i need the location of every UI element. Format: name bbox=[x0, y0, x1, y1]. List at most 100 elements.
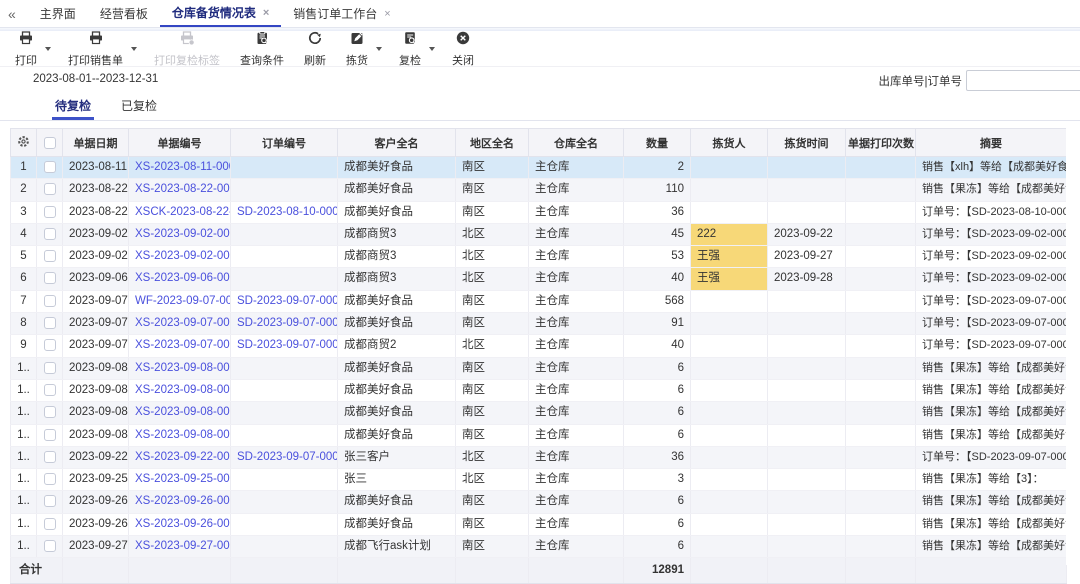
order-number-link[interactable]: SD-2023-09-07-00014 bbox=[237, 339, 338, 351]
row-checkbox[interactable] bbox=[44, 339, 56, 351]
doc-number-link[interactable]: XS-2023-09-06-00018 bbox=[135, 272, 231, 284]
tab-pending-recheck[interactable]: 待复检 bbox=[52, 93, 94, 120]
row-checkbox[interactable] bbox=[44, 161, 56, 173]
toolbar-button-0[interactable]: 打印 bbox=[12, 30, 40, 68]
order-number-link[interactable]: SD-2023-08-10-00002 bbox=[237, 206, 338, 218]
header-checkbox[interactable] bbox=[44, 137, 56, 149]
doc-number-link[interactable]: WF-2023-09-07-00003 bbox=[135, 295, 231, 307]
row-checkbox[interactable] bbox=[44, 406, 56, 418]
order-number-link[interactable]: SD-2023-09-07-00009 bbox=[237, 295, 338, 307]
table-row[interactable]: 1..2023-09-08XS-2023-09-08-00024成都美好食品南区… bbox=[11, 357, 1067, 379]
cell-doc-date: 2023-09-25 bbox=[63, 469, 129, 491]
doc-number-link[interactable]: XS-2023-08-22-00014 bbox=[135, 183, 231, 195]
window-tab-3[interactable]: 销售订单工作台× bbox=[281, 0, 402, 27]
column-header-3[interactable]: 单据编号 bbox=[129, 129, 231, 157]
doc-number-link[interactable]: XS-2023-09-08-00027 bbox=[135, 429, 231, 441]
table-row[interactable]: 72023-09-07WF-2023-09-07-00003SD-2023-09… bbox=[11, 290, 1067, 312]
table-row[interactable]: 1..2023-09-25XS-2023-09-25-00031张三北区主仓库3… bbox=[11, 469, 1067, 491]
doc-number-link[interactable]: XS-2023-09-22-00030 bbox=[135, 451, 231, 463]
doc-number-link[interactable]: XS-2023-09-07-00022 bbox=[135, 317, 231, 329]
order-number-link[interactable]: SD-2023-09-07-00017 bbox=[237, 317, 338, 329]
toolbar-button-5[interactable]: 拣货 bbox=[343, 30, 371, 68]
row-checkbox[interactable] bbox=[44, 317, 56, 329]
column-header-8[interactable]: 数量 bbox=[624, 129, 691, 157]
doc-number-link[interactable]: XS-2023-08-11-00013 bbox=[135, 161, 231, 173]
row-checkbox[interactable] bbox=[44, 295, 56, 307]
row-checkbox[interactable] bbox=[44, 384, 56, 396]
table-row[interactable]: 1..2023-09-08XS-2023-09-08-00026成都美好食品南区… bbox=[11, 402, 1067, 424]
column-header-6[interactable]: 地区全名 bbox=[456, 129, 529, 157]
table-row[interactable]: 22023-08-22XS-2023-08-22-00014成都美好食品南区主仓… bbox=[11, 179, 1067, 201]
row-checkbox[interactable] bbox=[44, 473, 56, 485]
toolbar-button-4[interactable]: 刷新 bbox=[301, 30, 329, 68]
table-row[interactable]: 1..2023-09-26XS-2023-09-26-00033成都美好食品南区… bbox=[11, 513, 1067, 535]
table-row[interactable]: 1..2023-09-08XS-2023-09-08-00025成都美好食品南区… bbox=[11, 379, 1067, 401]
table-row[interactable]: 62023-09-06XS-2023-09-06-00018成都商贸3北区主仓库… bbox=[11, 268, 1067, 290]
doc-number-link[interactable]: XS-2023-09-08-00026 bbox=[135, 406, 231, 418]
search-input[interactable] bbox=[966, 70, 1080, 91]
doc-number-link[interactable]: XS-2023-09-08-00025 bbox=[135, 384, 231, 396]
doc-number-link[interactable]: XS-2023-09-07-00023 bbox=[135, 339, 231, 351]
row-checkbox[interactable] bbox=[44, 250, 56, 262]
doc-number-link[interactable]: XS-2023-09-27-00034 bbox=[135, 540, 231, 552]
tab-done-recheck[interactable]: 已复检 bbox=[118, 93, 160, 120]
column-header-9[interactable]: 拣货人 bbox=[691, 129, 768, 157]
toolbar-button-6[interactable]: 复检 bbox=[396, 30, 424, 68]
table-row[interactable]: 52023-09-02XS-2023-09-02-00017成都商贸3北区主仓库… bbox=[11, 246, 1067, 268]
row-checkbox[interactable] bbox=[44, 362, 56, 374]
vertical-scrollbar-area[interactable] bbox=[1066, 128, 1080, 565]
table-row[interactable]: 1..2023-09-22XS-2023-09-22-00030SD-2023-… bbox=[11, 446, 1067, 468]
dropdown-caret-icon[interactable] bbox=[429, 47, 435, 51]
table-row[interactable]: 1..2023-09-08XS-2023-09-08-00027成都美好食品南区… bbox=[11, 424, 1067, 446]
cell-quantity: 6 bbox=[624, 536, 691, 558]
doc-number-link[interactable]: XSCK-2023-08-22-00001 bbox=[135, 206, 231, 218]
column-header-4[interactable]: 订单编号 bbox=[231, 129, 338, 157]
doc-number-link[interactable]: XS-2023-09-02-00017 bbox=[135, 250, 231, 262]
doc-number-link[interactable]: XS-2023-09-08-00024 bbox=[135, 362, 231, 374]
tab-close-icon[interactable]: × bbox=[384, 8, 390, 20]
table-row[interactable]: 82023-09-07XS-2023-09-07-00022SD-2023-09… bbox=[11, 313, 1067, 335]
select-all-checkbox[interactable] bbox=[37, 129, 63, 157]
table-row[interactable]: 32023-08-22XSCK-2023-08-22-00001SD-2023-… bbox=[11, 201, 1067, 223]
window-tab-1[interactable]: 经营看板 bbox=[88, 0, 160, 27]
order-number-link[interactable]: SD-2023-09-07-00005 bbox=[237, 451, 338, 463]
row-checkbox[interactable] bbox=[44, 518, 56, 530]
dropdown-caret-icon[interactable] bbox=[376, 47, 382, 51]
row-checkbox[interactable] bbox=[44, 495, 56, 507]
column-settings-gear-icon[interactable] bbox=[11, 129, 37, 157]
table-row[interactable]: 12023-08-11XS-2023-08-11-00013成都美好食品南区主仓… bbox=[11, 157, 1067, 179]
row-checkbox[interactable] bbox=[44, 183, 56, 195]
table-row[interactable]: 92023-09-07XS-2023-09-07-00023SD-2023-09… bbox=[11, 335, 1067, 357]
cell-customer: 成都商贸3 bbox=[338, 268, 456, 290]
table-row[interactable]: 1..2023-09-26XS-2023-09-26-00032成都美好食品南区… bbox=[11, 491, 1067, 513]
column-header-11[interactable]: 单据打印次数 bbox=[846, 129, 916, 157]
column-header-7[interactable]: 仓库全名 bbox=[529, 129, 624, 157]
window-tab-2[interactable]: 仓库备货情况表× bbox=[160, 0, 281, 27]
row-checkbox[interactable] bbox=[44, 540, 56, 552]
doc-number-link[interactable]: XS-2023-09-26-00033 bbox=[135, 518, 231, 530]
collapse-sidebar-icon[interactable]: « bbox=[8, 6, 16, 22]
doc-number-link[interactable]: XS-2023-09-02-00016 bbox=[135, 228, 231, 240]
window-tab-0[interactable]: 主界面 bbox=[28, 0, 88, 27]
toolbar-button-7[interactable]: 关闭 bbox=[449, 30, 477, 68]
row-checkbox[interactable] bbox=[44, 451, 56, 463]
date-range-label[interactable]: 2023-08-01--2023-12-31 bbox=[33, 73, 158, 85]
row-checkbox[interactable] bbox=[44, 228, 56, 240]
column-header-12[interactable]: 摘要 bbox=[916, 129, 1067, 157]
row-checkbox[interactable] bbox=[44, 429, 56, 441]
row-checkbox[interactable] bbox=[44, 272, 56, 284]
tab-close-icon[interactable]: × bbox=[263, 7, 269, 19]
table-row[interactable]: 42023-09-02XS-2023-09-02-00016成都商贸3北区主仓库… bbox=[11, 223, 1067, 245]
dropdown-caret-icon[interactable] bbox=[131, 47, 137, 51]
cell-region: 南区 bbox=[456, 402, 529, 424]
column-header-5[interactable]: 客户全名 bbox=[338, 129, 456, 157]
column-header-10[interactable]: 拣货时间 bbox=[768, 129, 846, 157]
column-header-2[interactable]: 单据日期 bbox=[63, 129, 129, 157]
row-checkbox[interactable] bbox=[44, 206, 56, 218]
doc-number-link[interactable]: XS-2023-09-25-00031 bbox=[135, 473, 231, 485]
doc-number-link[interactable]: XS-2023-09-26-00032 bbox=[135, 495, 231, 507]
toolbar-button-1[interactable]: 打印销售单 bbox=[65, 30, 126, 68]
dropdown-caret-icon[interactable] bbox=[45, 47, 51, 51]
toolbar-button-3[interactable]: 查询条件 bbox=[237, 30, 287, 68]
table-row[interactable]: 1..2023-09-27XS-2023-09-27-00034成都飞行ask计… bbox=[11, 536, 1067, 558]
